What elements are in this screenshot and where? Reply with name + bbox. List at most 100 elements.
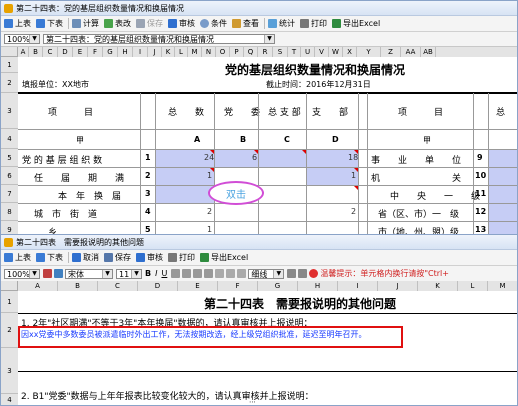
column-letter[interactable]: M [188,47,202,57]
print-button[interactable]: 打印 [168,252,195,263]
row8-branch[interactable]: 1 [351,171,356,180]
row11-total[interactable]: 1 [207,225,212,234]
column-letter[interactable]: C [98,281,138,291]
column-letter[interactable]: U [301,47,315,57]
column-letter[interactable]: O [216,47,230,57]
comment-marker[interactable] [302,150,306,154]
input-cell[interactable] [489,150,517,167]
prev-table-button[interactable]: 上表 [4,18,31,29]
row-number[interactable]: 4 [1,129,18,149]
row10-branch[interactable]: 2 [351,207,356,216]
column-letter[interactable]: X [343,47,357,57]
valign-top-icon[interactable] [215,269,225,278]
column-letter[interactable]: Y [357,47,381,57]
column-letter[interactable]: C [43,47,58,57]
underline-button[interactable]: U [161,269,167,278]
input-cell[interactable] [156,168,214,185]
comment-marker[interactable] [354,150,358,154]
input-cell[interactable] [259,150,306,167]
column-letter[interactable]: A [18,281,58,291]
column-letter[interactable]: I [133,47,148,57]
column-letter[interactable]: J [378,281,418,291]
input-cell[interactable] [156,186,214,203]
next-table-button[interactable]: 下表 [36,18,63,29]
column-letter[interactable]: AA [401,47,421,57]
row-number[interactable]: 1 [1,291,18,313]
column-letter[interactable]: F [218,281,258,291]
valign-bottom-icon[interactable] [237,269,247,278]
zoom-select[interactable]: 100% ▼ [4,268,40,279]
row7-committee[interactable]: 6 [252,153,257,162]
column-letter[interactable]: J [148,47,162,57]
column-letter[interactable]: V [315,47,329,57]
column-letter[interactable]: H [118,47,133,57]
row8-total[interactable]: 1 [207,171,212,180]
audit-button[interactable]: 审核 [136,252,163,263]
valign-middle-icon[interactable] [226,269,236,278]
comment-marker[interactable] [254,150,258,154]
row-number[interactable]: 2 [1,73,18,93]
scroll-indicator[interactable]: ⋯ [249,398,256,405]
font-size-select[interactable]: 11 ▼ [116,268,142,279]
column-letter[interactable]: H [298,281,338,291]
row7-total[interactable]: 24 [204,153,214,162]
input-cell[interactable] [489,204,517,221]
edit-table-button[interactable]: 表改 [104,18,131,29]
row-number[interactable]: 1 [1,57,18,73]
paint-icon[interactable] [54,269,63,278]
grid-icon[interactable] [298,269,308,278]
bold-button[interactable]: B [145,269,151,278]
column-letter[interactable]: AB [421,47,436,57]
cancel-button[interactable]: 取消 [72,252,99,263]
column-letter[interactable]: L [458,281,488,291]
row-number[interactable]: 7 [1,185,18,203]
save-button[interactable]: 保存 [104,252,131,263]
column-letter[interactable]: W [329,47,343,57]
align-left-icon[interactable] [171,269,181,278]
prev-table-button[interactable]: 上表 [4,252,31,263]
column-letter[interactable]: A [18,47,29,57]
row-number[interactable]: 4 [1,394,18,405]
comment-marker[interactable] [210,150,214,154]
corner-cell[interactable] [1,281,18,291]
comment-marker[interactable] [354,168,358,172]
border-icon[interactable] [287,269,297,278]
input-cell[interactable] [489,186,517,203]
export-excel-button[interactable]: 导出Excel [200,252,248,263]
align-right-icon[interactable] [193,269,203,278]
zoom-select[interactable]: 100% ▼ [4,34,40,44]
answer-1-text[interactable]: 因xx党委中多数委员被派遣临时外出工作，无法按期改选，经上级党组织批准，延迟至明… [21,329,366,340]
row-number[interactable]: 2 [1,313,18,348]
align-center-icon[interactable] [182,269,192,278]
calculate-button[interactable]: 计算 [72,18,99,29]
column-letter[interactable]: D [138,281,178,291]
column-letter[interactable]: B [29,47,43,57]
column-letter[interactable]: D [58,47,73,57]
column-letter[interactable]: M [488,281,517,291]
condition-button[interactable]: 条件 [200,18,227,29]
row-number[interactable]: 5 [1,149,18,167]
column-letter[interactable]: I [338,281,378,291]
column-letter[interactable]: Z [381,47,401,57]
next-table-button[interactable]: 下表 [36,252,63,263]
column-letter[interactable]: E [178,281,218,291]
input-cell[interactable] [489,168,517,185]
save-button[interactable]: 保存 [136,18,163,29]
column-letter[interactable]: K [418,281,458,291]
export-excel-button[interactable]: 导出Excel [332,18,380,29]
view-button[interactable]: 查看 [232,18,259,29]
column-letter[interactable]: B [58,281,98,291]
corner-cell[interactable] [1,47,18,57]
sheet-select[interactable]: 第二十四表：党的基层组织数量情况和换届情况 ▼ [43,34,275,44]
row-number[interactable]: 8 [1,203,18,221]
column-letter[interactable]: Q [244,47,258,57]
column-letter[interactable]: P [230,47,244,57]
column-letter[interactable]: E [73,47,88,57]
column-letter[interactable]: S [273,47,288,57]
column-letter[interactable]: K [162,47,175,57]
audit-button[interactable]: 审核 [168,18,195,29]
row10-total[interactable]: 2 [207,207,212,216]
row7-branch[interactable]: 18 [348,153,358,162]
font-color-icon[interactable] [43,269,52,278]
row-number[interactable]: 6 [1,167,18,185]
